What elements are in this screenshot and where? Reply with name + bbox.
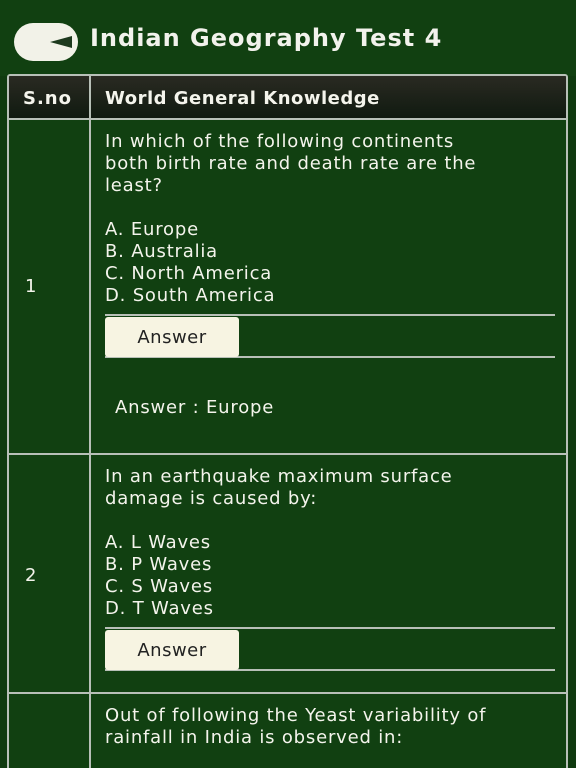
answer-bar: Answer [105,314,555,358]
row-divider [9,692,566,694]
question-line: damage is caused by: [105,488,318,509]
answer-bar: Answer [105,627,555,671]
question-line: Out of following the Yeast variability o… [105,705,487,726]
option-c: C. North America [105,263,273,284]
app-header: Indian Geography Test 4 [0,0,576,76]
question-table: S.no World General Knowledge 1 In which … [7,74,568,768]
question-line: In which of the following continents [105,131,455,152]
option-a: A. Europe [105,219,199,240]
question-number: 1 [25,276,37,297]
question-line: rainfall in India is observed in: [105,727,404,748]
option-d: D. South America [105,285,276,306]
column-divider [89,76,91,768]
question-line: In an earthquake maximum surface [105,466,453,487]
option-d: D. T Waves [105,598,214,619]
page-title: Indian Geography Test 4 [90,24,443,52]
question-text: In which of the following continents bot… [105,131,555,197]
question-line: least? [105,175,163,196]
back-button[interactable] [14,23,78,61]
question-text: Out of following the Yeast variability o… [105,705,555,749]
row-divider [9,453,566,455]
answer-text: Answer : Europe [115,397,275,418]
back-arrow-icon [50,36,72,48]
question-text: In an earthquake maximum surface damage … [105,466,555,510]
option-a: A. L Waves [105,532,211,553]
column-header-subject: World General Knowledge [105,88,380,109]
option-c: C. S Waves [105,576,213,597]
question-number: 2 [25,565,37,586]
option-b: B. Australia [105,241,219,262]
question-line: both birth rate and death rate are the [105,153,477,174]
table-header-row: S.no World General Knowledge [9,76,566,120]
answer-button[interactable]: Answer [105,317,239,357]
column-header-sno: S.no [23,88,72,109]
answer-button[interactable]: Answer [105,630,239,670]
option-b: B. P Waves [105,554,213,575]
